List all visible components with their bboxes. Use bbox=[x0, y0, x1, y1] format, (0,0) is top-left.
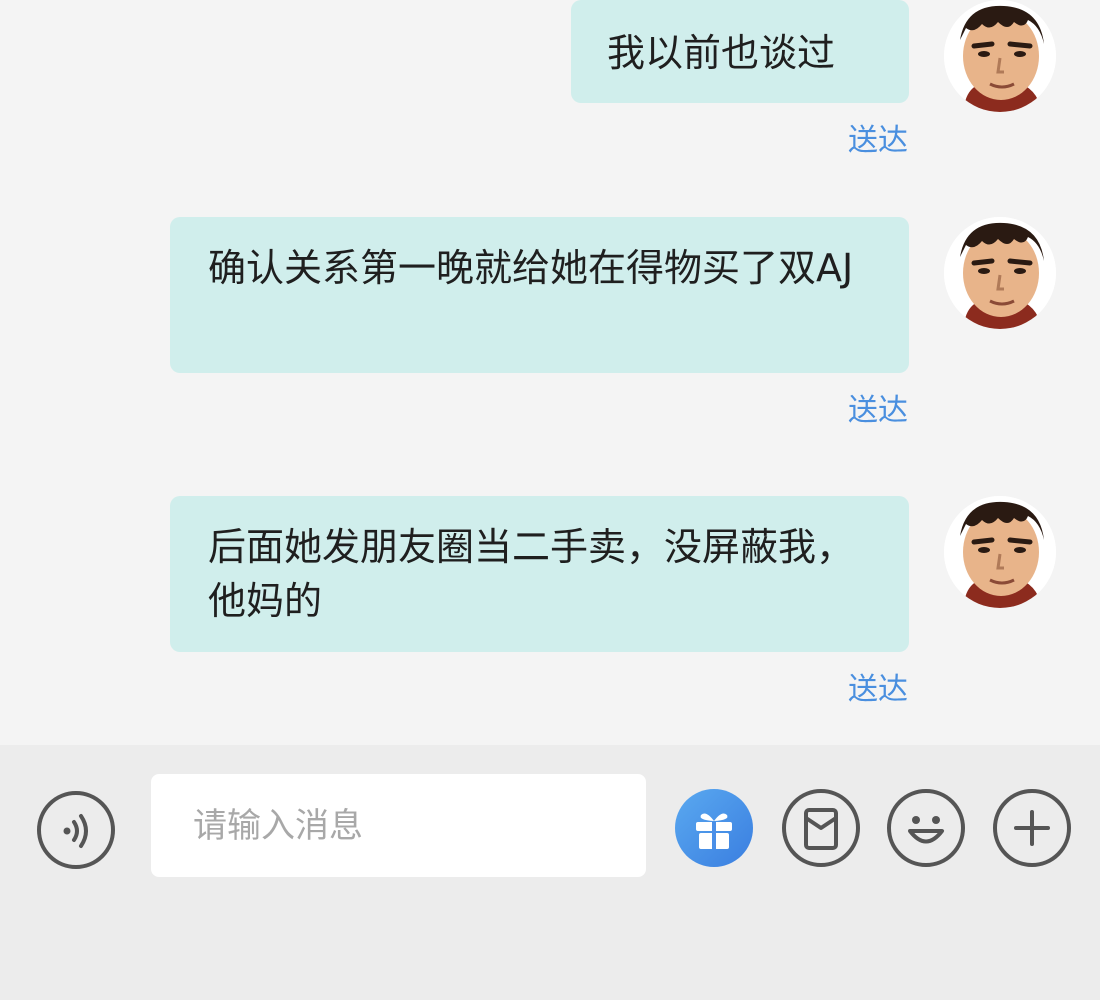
input-bar bbox=[0, 745, 1100, 1000]
face-avatar-icon bbox=[944, 0, 1056, 112]
gift-button[interactable] bbox=[674, 788, 754, 868]
message-text: 我以前也谈过 bbox=[607, 31, 836, 75]
red-packet-icon bbox=[782, 789, 860, 867]
message-bubble[interactable]: 确认关系第一晚就给她在得物买了双AJ bbox=[170, 217, 909, 373]
message-bubble[interactable]: 后面她发朋友圈当二手卖，没屏蔽我，他妈的 bbox=[170, 496, 909, 652]
message-text: 确认关系第一晚就给她在得物买了双AJ bbox=[208, 246, 854, 290]
delivery-status: 送达 bbox=[848, 393, 908, 428]
message-text: 后面她发朋友圈当二手卖，没屏蔽我，他妈的 bbox=[208, 525, 855, 623]
emoji-button[interactable] bbox=[886, 788, 966, 868]
voice-button[interactable] bbox=[36, 790, 116, 870]
more-button[interactable] bbox=[992, 788, 1072, 868]
avatar[interactable] bbox=[944, 0, 1056, 112]
red-packet-button[interactable] bbox=[781, 788, 861, 868]
avatar[interactable] bbox=[944, 496, 1056, 608]
voice-icon bbox=[37, 791, 115, 869]
message-bubble[interactable]: 我以前也谈过 bbox=[571, 0, 909, 103]
avatar[interactable] bbox=[944, 217, 1056, 329]
chat-area: 我以前也谈过 送达 确认关系第一晚就给她在得物买了双AJ 送达 后面她发朋友圈当… bbox=[0, 0, 1100, 745]
delivery-status: 送达 bbox=[848, 123, 908, 158]
delivery-status: 送达 bbox=[848, 672, 908, 707]
message-input[interactable] bbox=[151, 774, 646, 877]
gift-icon bbox=[675, 789, 753, 867]
face-avatar-icon bbox=[944, 496, 1056, 608]
plus-icon bbox=[993, 789, 1071, 867]
emoji-icon bbox=[887, 789, 965, 867]
face-avatar-icon bbox=[944, 217, 1056, 329]
